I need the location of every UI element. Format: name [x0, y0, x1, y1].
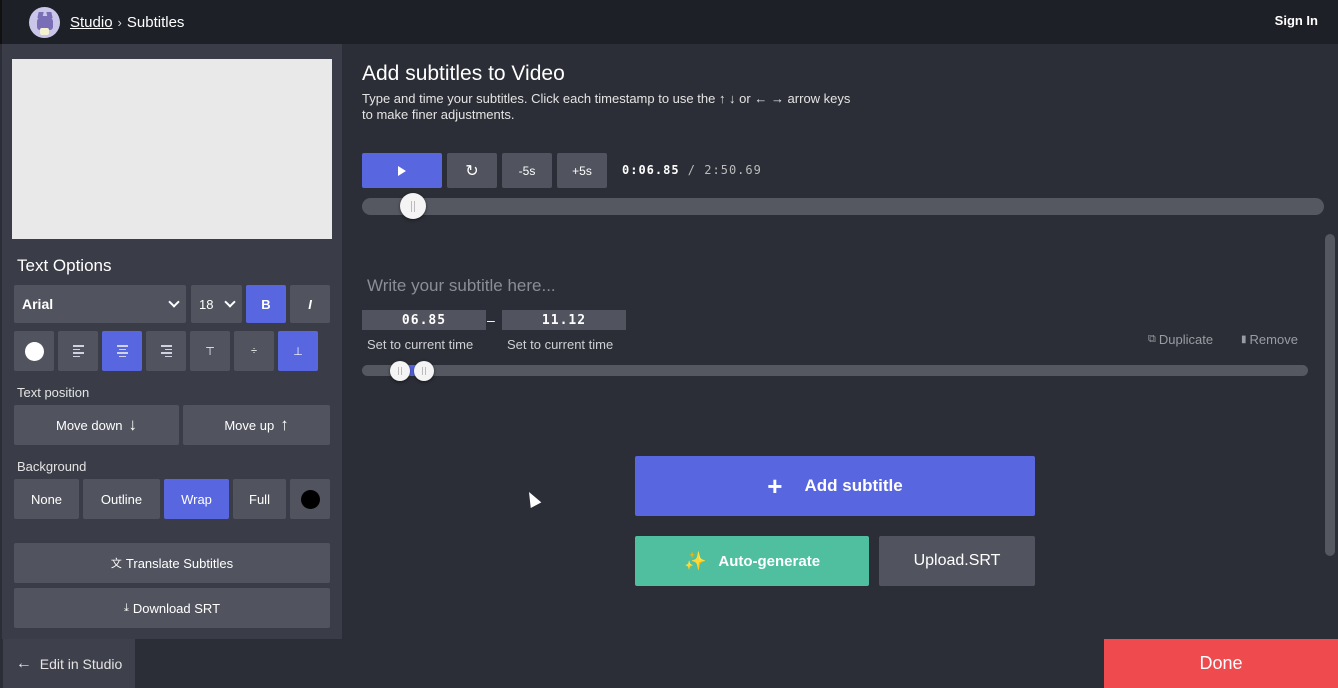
translate-subtitles-button[interactable]: 文 Translate Subtitles — [14, 543, 330, 583]
upload-srt-button[interactable]: Upload.SRT — [879, 536, 1035, 586]
align-center-icon — [116, 345, 128, 357]
valign-bottom-icon: ⊥ — [293, 345, 303, 358]
bottom-bar: ← Edit in Studio Done — [0, 639, 1338, 688]
valign-top-icon: ⊤ — [205, 345, 215, 358]
app-logo[interactable] — [29, 7, 60, 38]
translate-icon: 文 — [110, 558, 122, 570]
done-button[interactable]: Done — [1104, 639, 1338, 688]
color-swatch-icon — [24, 341, 44, 361]
align-left-icon — [72, 345, 84, 357]
top-bar: Studio › Subtitles Sign In — [0, 0, 1338, 44]
text-options-heading: Text Options — [17, 256, 112, 275]
bg-full-button[interactable]: Full — [233, 479, 286, 519]
text-position-label: Text position — [17, 385, 90, 400]
total-time: 2:50.69 — [704, 163, 762, 177]
duplicate-icon: ⧉ — [1148, 333, 1156, 345]
breadcrumb: Studio › Subtitles — [70, 14, 184, 31]
move-up-label: Move up — [224, 417, 275, 433]
chevron-down-icon — [224, 296, 236, 308]
time-separator: / — [679, 163, 705, 177]
remove-label: Remove — [1249, 332, 1298, 347]
move-down-button[interactable]: Move down ↓ — [14, 405, 179, 445]
valign-bottom-button[interactable]: ⊥ — [278, 331, 318, 371]
mouse-cursor-icon — [523, 489, 542, 509]
font-select-value: Arial — [22, 296, 54, 312]
set-start-current-time[interactable]: Set to current time — [367, 337, 473, 352]
video-preview[interactable] — [12, 59, 332, 239]
logo-cup-icon — [40, 28, 49, 35]
move-up-button[interactable]: Move up ↑ — [183, 405, 330, 445]
align-left-button[interactable] — [58, 331, 98, 371]
playback-track[interactable] — [362, 198, 1324, 215]
align-right-icon — [160, 345, 172, 357]
sign-in-link[interactable]: Sign In — [1275, 13, 1318, 28]
vertical-scrollbar[interactable] — [1322, 230, 1338, 635]
time-range-dash: – — [487, 312, 495, 328]
timecode: 0:06.85 / 2:50.69 — [622, 163, 762, 177]
trash-icon: ▮ — [1241, 334, 1247, 345]
translate-label: Translate Subtitles — [125, 555, 234, 571]
font-size-select[interactable]: 18 — [191, 285, 242, 323]
set-end-current-time[interactable]: Set to current time — [507, 337, 613, 352]
arrow-left-icon: ← — [15, 654, 32, 672]
subtitle-start-handle[interactable] — [390, 361, 410, 381]
text-options-panel: Text Options Arial 18 B I ⊤ ÷ ⊥ Text pos… — [2, 44, 342, 639]
bg-wrap-button[interactable]: Wrap — [164, 479, 229, 519]
arrow-up-icon: ↑ — [280, 415, 289, 434]
subtitle-end-handle[interactable] — [414, 361, 434, 381]
auto-generate-button[interactable]: ✨ Auto-generate — [635, 536, 869, 586]
valign-middle-button[interactable]: ÷ — [234, 331, 274, 371]
chevron-down-icon — [168, 296, 180, 308]
remove-button[interactable]: ▮ Remove — [1241, 332, 1298, 347]
align-center-button[interactable] — [102, 331, 142, 371]
plus-icon: + — [767, 471, 783, 501]
playback-scrubber[interactable] — [400, 193, 427, 219]
duplicate-label: Duplicate — [1158, 332, 1214, 347]
subtitle-text-input[interactable]: Write your subtitle here... — [367, 276, 556, 296]
forward-5s-button[interactable]: +5s — [557, 153, 607, 188]
align-right-button[interactable] — [146, 331, 186, 371]
bg-color-button[interactable] — [290, 479, 330, 519]
current-time: 0:06.85 — [622, 163, 680, 177]
breadcrumb-studio-link[interactable]: Studio — [70, 14, 113, 31]
page-instructions: Type and time your subtitles. Click each… — [362, 91, 851, 122]
magic-wand-icon: ✨ — [683, 550, 707, 571]
download-label: Download SRT — [132, 600, 221, 616]
restart-icon: ↻ — [465, 162, 479, 180]
breadcrumb-separator: › — [117, 15, 122, 30]
add-subtitle-label: Add subtitle — [804, 476, 903, 495]
bold-button[interactable]: B — [246, 285, 286, 323]
font-select[interactable]: Arial — [14, 285, 186, 323]
background-label: Background — [17, 459, 87, 474]
subtitle-start-time[interactable]: 06.85 — [362, 310, 486, 330]
valign-top-button[interactable]: ⊤ — [190, 331, 230, 371]
move-down-label: Move down — [56, 417, 123, 433]
italic-button[interactable]: I — [290, 285, 330, 323]
rewind-5s-button[interactable]: -5s — [502, 153, 552, 188]
edit-in-studio-button[interactable]: ← Edit in Studio — [3, 639, 135, 688]
page-title: Add subtitles to Video — [362, 62, 565, 85]
duplicate-button[interactable]: ⧉ Duplicate — [1148, 332, 1213, 347]
scrollbar-thumb[interactable] — [1325, 234, 1335, 556]
bg-none-button[interactable]: None — [14, 479, 79, 519]
arrow-down-icon: ↓ — [128, 415, 137, 434]
font-size-value: 18 — [199, 296, 214, 312]
restart-button[interactable]: ↻ — [447, 153, 497, 188]
breadcrumb-current: Subtitles — [126, 14, 185, 31]
download-icon: ⤓ — [123, 601, 129, 614]
play-button[interactable] — [362, 153, 442, 188]
subtitle-end-time[interactable]: 11.12 — [502, 310, 626, 330]
download-srt-button[interactable]: ⤓ Download SRT — [14, 588, 330, 628]
play-icon — [398, 165, 406, 176]
add-subtitle-button[interactable]: + Add subtitle — [635, 456, 1035, 516]
text-color-button[interactable] — [14, 331, 54, 371]
subtitle-range-track[interactable] — [362, 365, 1308, 376]
auto-generate-label: Auto-generate — [718, 552, 821, 570]
valign-middle-icon: ÷ — [250, 345, 258, 357]
edit-in-studio-label: Edit in Studio — [39, 655, 123, 672]
color-swatch-icon — [300, 489, 320, 509]
bg-outline-button[interactable]: Outline — [83, 479, 160, 519]
